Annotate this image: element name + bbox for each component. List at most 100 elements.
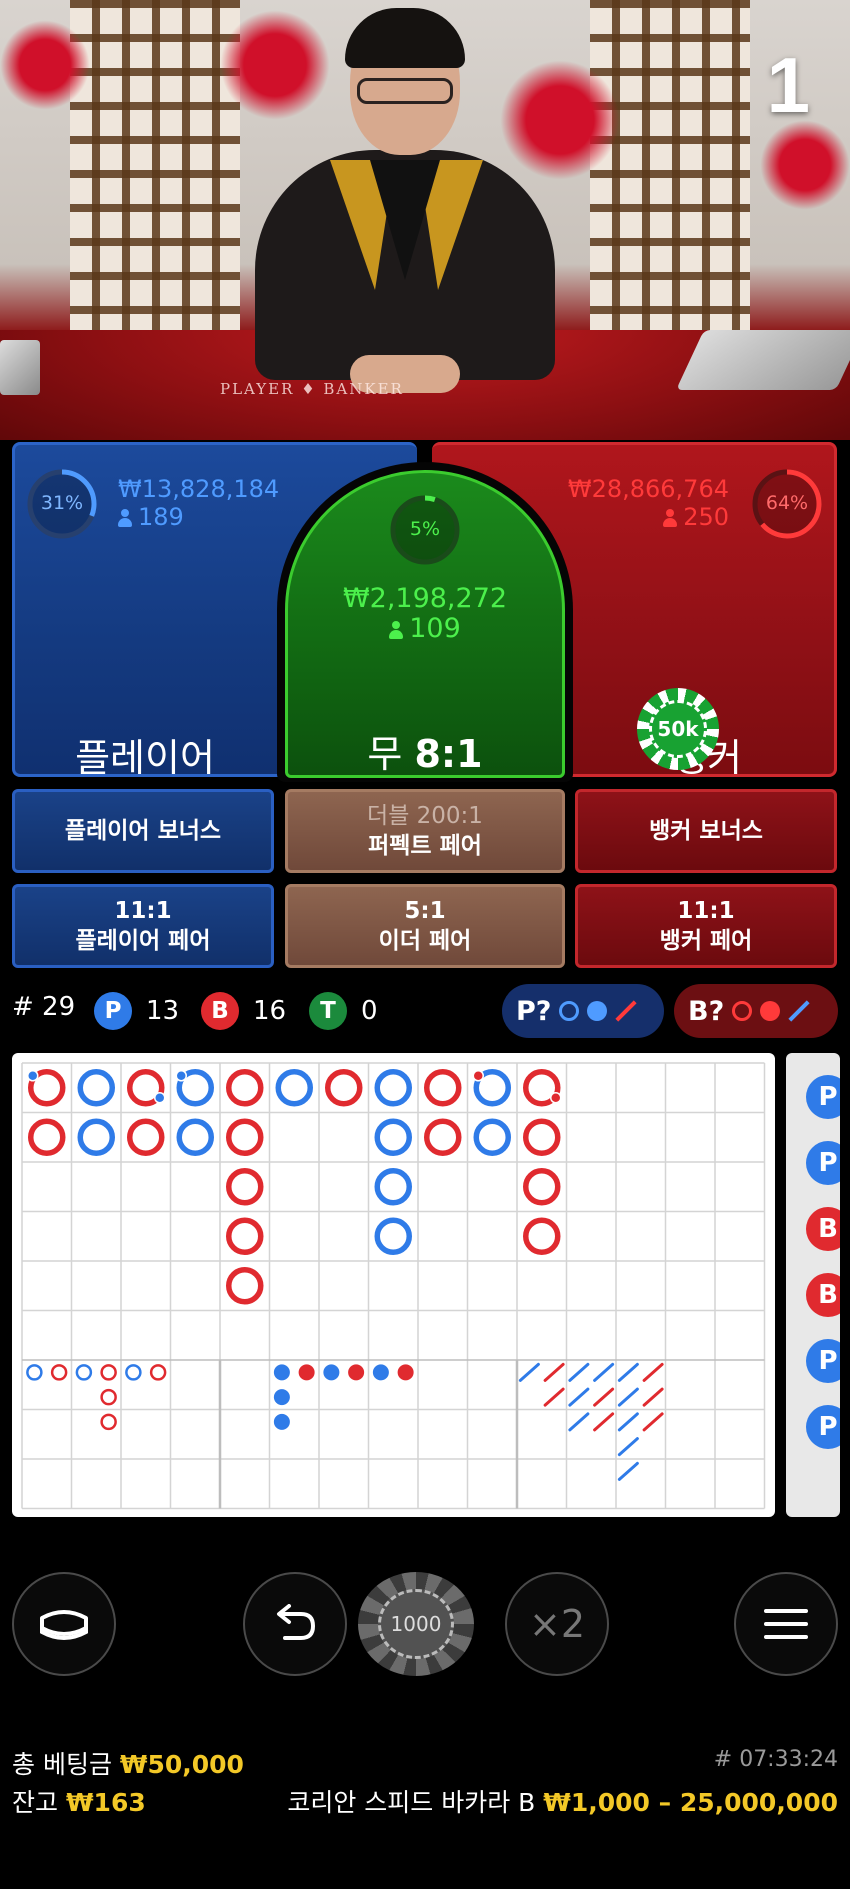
player-bet-total: ₩13,828,184	[118, 475, 280, 503]
bead-plate-mark: P	[806, 1405, 840, 1449]
banker-predict-button[interactable]: B?	[674, 984, 838, 1038]
table-icon	[40, 1610, 88, 1640]
player-badge: P	[94, 992, 132, 1030]
stats-bar: # 29 P 13 B 16 T 0 P? B?	[0, 982, 850, 1038]
placed-chip-value: 50k	[649, 700, 707, 758]
big-eye-mark	[125, 1364, 142, 1381]
betting-area: 31% ₩13,828,184 189 플레이어 64% ₩28,866,764…	[0, 440, 850, 980]
tie-odds: 8:1	[414, 732, 483, 776]
big-eye-mark	[100, 1364, 117, 1381]
either-pair-label: 이더 페어	[378, 928, 472, 954]
table-view-button[interactable]	[12, 1572, 116, 1676]
big-road-mark	[28, 1118, 66, 1156]
tie-bet-total: ₩2,198,272	[342, 583, 508, 614]
lattice-screen-left	[70, 0, 240, 340]
big-road-mark	[325, 1069, 363, 1107]
cockroach-mark	[518, 1362, 540, 1382]
cockroach-mark	[543, 1387, 565, 1407]
big-road-mark	[424, 1069, 462, 1107]
big-road-mark	[523, 1168, 561, 1206]
bead-plate-mark: P	[806, 1141, 840, 1185]
game-id: # 07:33:24	[713, 1747, 838, 1772]
player-wins: P 13	[94, 992, 179, 1030]
table-info-row: 코리안 스피드 바카라 B ₩1,000 – 25,000,000	[287, 1783, 838, 1819]
cockroach-mark	[642, 1362, 664, 1382]
banker-bettor-count: 250	[663, 503, 729, 531]
big-eye-mark	[75, 1364, 93, 1381]
big-road-mark	[77, 1118, 115, 1156]
tie-bettors: 109	[409, 613, 461, 644]
big-road-mark	[226, 1217, 264, 1255]
menu-button[interactable]	[734, 1572, 838, 1676]
player-pair-odds: 11:1	[114, 898, 172, 924]
big-road-mark	[226, 1118, 264, 1156]
cockroach-mark	[642, 1387, 664, 1407]
person-icon	[389, 621, 404, 639]
cockroach-mark	[617, 1461, 639, 1481]
bet-limits: ₩1,000 – 25,000,000	[543, 1788, 838, 1817]
banker-pair-bet[interactable]: 11:1 뱅커 페어	[575, 884, 837, 968]
either-pair-bet[interactable]: 5:1 이더 페어	[285, 884, 565, 968]
card-shoe	[676, 330, 850, 390]
bead-plate-mark: P	[806, 1075, 840, 1119]
tie-percent: 5%	[409, 518, 441, 540]
tie-bet-spot[interactable]: 5% ₩2,198,272 109 무 8:1	[285, 470, 565, 778]
player-bonus-label: 플레이어 보너스	[64, 818, 222, 844]
live-video: PLAYER ♦ BANKER 1	[0, 0, 850, 440]
big-road-mark	[523, 1217, 561, 1255]
banker-win-count: 16	[253, 996, 287, 1026]
big-eye-mark	[100, 1413, 117, 1431]
perfect-pair-bet[interactable]: 더블 200:1 퍼펙트 페어	[285, 789, 565, 873]
cockroach-mark	[593, 1412, 615, 1432]
small-road-mark	[298, 1364, 315, 1381]
tie-wins: T 0	[309, 992, 378, 1030]
banker-pair-label: 뱅커 페어	[659, 928, 753, 954]
tie-name: 무	[367, 732, 403, 776]
table-name: 코리안 스피드 바카라 B	[287, 1788, 536, 1817]
undo-button[interactable]	[243, 1572, 347, 1676]
pair-dot	[550, 1092, 562, 1104]
tie-win-count: 0	[361, 996, 378, 1026]
table-print: PLAYER ♦ BANKER	[220, 380, 404, 398]
big-road-mark	[523, 1118, 561, 1156]
filled-circle-icon	[587, 1001, 608, 1021]
tie-bettor-count: 109	[288, 613, 562, 644]
scoreboard-roads[interactable]	[12, 1053, 775, 1517]
big-road-mark	[226, 1069, 264, 1107]
total-bet-label: 총 베팅금	[12, 1750, 112, 1779]
player-predict-label: P?	[516, 995, 552, 1027]
player-bonus-bet[interactable]: 플레이어 보너스	[12, 789, 274, 873]
small-road-mark	[323, 1364, 340, 1381]
big-road-mark	[374, 1217, 412, 1255]
balance-label: 잔고	[12, 1788, 59, 1817]
small-road-mark	[348, 1364, 365, 1381]
banker-bonus-bet[interactable]: 뱅커 보너스	[575, 789, 837, 873]
either-pair-odds: 5:1	[404, 898, 446, 924]
total-bet-row: 총 베팅금 ₩50,000	[12, 1745, 244, 1781]
hamburger-icon	[764, 1609, 808, 1639]
discard-tray	[0, 340, 40, 395]
big-road-mark	[473, 1118, 511, 1156]
big-eye-mark	[100, 1388, 117, 1406]
tie-label: 무 8:1	[288, 723, 562, 776]
double-button[interactable]: ×2	[505, 1572, 609, 1676]
player-pair-bet[interactable]: 11:1 플레이어 페어	[12, 884, 274, 968]
banker-wins: B 16	[201, 992, 286, 1030]
player-predict-button[interactable]: P?	[502, 984, 664, 1038]
placed-chip[interactable]: 50k	[637, 688, 719, 770]
big-road-mark	[226, 1267, 264, 1305]
small-road-mark	[273, 1364, 290, 1381]
cockroach-mark	[617, 1437, 639, 1457]
cockroach-mark	[642, 1412, 664, 1432]
big-road-mark	[374, 1069, 412, 1107]
big-road-mark	[374, 1168, 412, 1206]
player-bettors: 189	[138, 503, 184, 531]
double-label: ×2	[528, 1602, 586, 1646]
dealer-hair	[345, 8, 465, 68]
big-eye-mark	[26, 1364, 43, 1381]
perfect-pair-label: 퍼펙트 페어	[368, 833, 482, 859]
chip-selector[interactable]: 1000	[358, 1572, 474, 1676]
cockroach-mark	[543, 1362, 565, 1382]
pair-dot	[154, 1092, 166, 1104]
bead-plate-strip[interactable]: PPBBPP	[786, 1053, 840, 1517]
